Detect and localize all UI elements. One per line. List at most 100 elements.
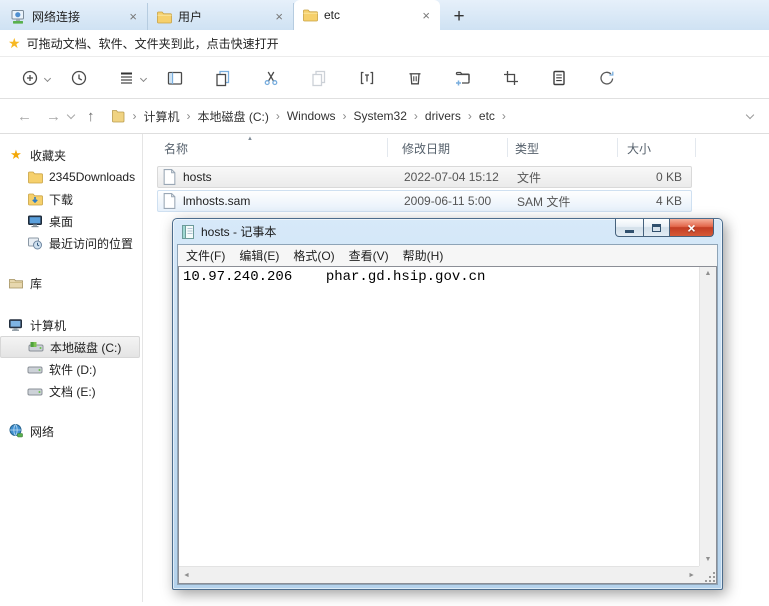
sidebar-item-local-disk-c[interactable]: 本地磁盘 (C:) — [0, 336, 140, 358]
close-icon[interactable]: × — [420, 9, 432, 22]
new-item-button[interactable] — [14, 61, 48, 95]
file-size: 0 KB — [656, 170, 682, 184]
breadcrumb-separator: › — [273, 109, 283, 123]
notepad-text-content[interactable]: 10.97.240.206 phar.gd.hsip.gov.cn — [180, 268, 698, 565]
notepad-window-title: hosts - 记事本 — [201, 223, 276, 240]
scroll-up-icon[interactable]: ▲ — [705, 270, 712, 277]
refresh-button[interactable] — [590, 61, 624, 95]
sidebar-item-label: 软件 (D:) — [49, 361, 96, 378]
tab-label: 用户 — [178, 8, 267, 25]
sidebar-item-label: 收藏夹 — [30, 147, 66, 164]
toolbar — [0, 57, 769, 99]
close-icon[interactable]: × — [127, 10, 139, 23]
scroll-down-icon[interactable]: ▼ — [705, 556, 712, 563]
column-header-size[interactable]: 大小 — [627, 140, 651, 157]
sidebar-item-drive-d[interactable]: 软件 (D:) — [0, 358, 142, 380]
column-divider[interactable] — [695, 138, 696, 157]
view-mode-button[interactable] — [110, 61, 144, 95]
notepad-text-area[interactable]: 10.97.240.206 phar.gd.hsip.gov.cn ▲ ▼ ◄ … — [178, 266, 717, 584]
column-header-type[interactable]: 类型 — [515, 140, 539, 157]
table-row-lmhosts[interactable]: lmhosts.sam 2009-06-11 5:00 SAM 文件 4 KB — [157, 190, 692, 212]
column-header-name[interactable]: 名称 — [164, 140, 188, 157]
column-divider[interactable] — [387, 138, 388, 157]
new-folder-button[interactable] — [446, 61, 480, 95]
file-icon — [163, 193, 176, 209]
column-divider[interactable] — [617, 138, 618, 157]
breadcrumb-item-computer[interactable]: 计算机 — [144, 108, 180, 125]
document-list-icon — [549, 68, 569, 88]
minimize-icon — [625, 230, 634, 233]
sidebar-item-label: 下载 — [49, 191, 73, 208]
breadcrumb-item-drivers[interactable]: drivers — [425, 109, 461, 123]
sidebar-item-downloads[interactable]: 下载 — [0, 188, 142, 210]
rename-button[interactable] — [350, 61, 384, 95]
sidebar-item-recent-places[interactable]: 最近访问的位置 — [0, 232, 142, 254]
sidebar-item-favorites[interactable]: ★ 收藏夹 — [0, 144, 142, 166]
tab-etc[interactable]: etc × — [294, 0, 440, 30]
notepad-client-area: 文件(F) 编辑(E) 格式(O) 查看(V) 帮助(H) 10.97.240.… — [177, 244, 718, 585]
sidebar-item-2345downloads[interactable]: 2345Downloads — [0, 166, 142, 188]
breadcrumb-item-etc[interactable]: etc — [479, 109, 495, 123]
tab-users[interactable]: 用户 × — [148, 3, 294, 30]
breadcrumb-item-local-disk-c[interactable]: 本地磁盘 (C:) — [198, 108, 269, 125]
close-button[interactable]: × — [669, 219, 714, 237]
maximize-button[interactable] — [643, 219, 670, 237]
rename-icon — [357, 68, 377, 88]
sidebar-item-network[interactable]: 网络 — [0, 420, 142, 442]
copy-button[interactable] — [206, 61, 240, 95]
minimize-button[interactable] — [615, 219, 644, 237]
scroll-right-icon[interactable]: ► — [688, 572, 695, 579]
notepad-titlebar[interactable]: hosts - 记事本 × — [173, 219, 722, 244]
up-button[interactable]: ↑ — [80, 108, 102, 125]
sidebar-item-computer[interactable]: 计算机 — [0, 314, 142, 336]
close-icon[interactable]: × — [273, 10, 285, 23]
paste-button[interactable] — [302, 61, 336, 95]
column-header-modified[interactable]: 修改日期 — [402, 140, 450, 157]
menu-edit[interactable]: 编辑(E) — [232, 247, 286, 264]
navigation-pane: ★ 收藏夹 2345Downloads 下载 桌面 最近访问的位置 库 — [0, 134, 143, 602]
new-tab-button[interactable]: + — [446, 4, 472, 30]
table-row-hosts[interactable]: hosts 2022-07-04 15:12 文件 0 KB — [157, 166, 692, 188]
plus-circle-icon — [21, 68, 41, 88]
scissors-icon — [261, 68, 281, 88]
vertical-scrollbar[interactable]: ▲ ▼ — [699, 267, 716, 566]
back-button[interactable]: ← — [10, 108, 39, 125]
tab-label: 网络连接 — [32, 8, 121, 25]
history-dropdown-icon[interactable] — [67, 111, 75, 119]
quick-open-drop-bar[interactable]: ★ 可拖动文档、软件、文件夹到此，点击快速打开 — [0, 30, 769, 57]
select-region-button[interactable] — [494, 61, 528, 95]
refresh-icon — [597, 68, 617, 88]
sidebar-item-label: 文档 (E:) — [49, 383, 96, 400]
resize-grip[interactable] — [699, 566, 716, 583]
star-icon: ★ — [8, 147, 24, 163]
paste-icon — [309, 68, 329, 88]
scroll-left-icon[interactable]: ◄ — [183, 572, 190, 579]
sidebar-item-desktop[interactable]: 桌面 — [0, 210, 142, 232]
menu-view[interactable]: 查看(V) — [342, 247, 396, 264]
star-icon: ★ — [8, 35, 21, 52]
breadcrumb-item-windows[interactable]: Windows — [287, 109, 336, 123]
preview-pane-button[interactable] — [158, 61, 192, 95]
sidebar-item-drive-e[interactable]: 文档 (E:) — [0, 380, 142, 402]
file-modified: 2009-06-11 5:00 — [404, 194, 491, 208]
menu-help[interactable]: 帮助(H) — [396, 247, 451, 264]
history-button[interactable] — [62, 61, 96, 95]
column-divider[interactable] — [507, 138, 508, 157]
menu-format[interactable]: 格式(O) — [286, 247, 341, 264]
cut-button[interactable] — [254, 61, 288, 95]
delete-button[interactable] — [398, 61, 432, 95]
file-manager-window: 网络连接 × 用户 × etc × + ★ 可拖动文档、软件、文件夹到此，点击快… — [0, 0, 769, 606]
properties-button[interactable] — [542, 61, 576, 95]
breadcrumb[interactable]: › 计算机 › 本地磁盘 (C:) › Windows › System32 ›… — [102, 103, 748, 129]
address-bar: ← → ↑ › 计算机 › 本地磁盘 (C:) › Windows › Syst… — [0, 99, 769, 134]
tab-network-connections[interactable]: 网络连接 × — [2, 3, 148, 30]
menu-file[interactable]: 文件(F) — [179, 247, 232, 264]
sidebar-item-label: 计算机 — [30, 317, 66, 334]
address-dropdown-icon[interactable] — [746, 110, 754, 118]
horizontal-scrollbar[interactable]: ◄ ► — [179, 566, 699, 583]
sidebar-item-libraries[interactable]: 库 — [0, 272, 142, 294]
forward-button[interactable]: → — [39, 108, 68, 125]
breadcrumb-item-system32[interactable]: System32 — [354, 109, 407, 123]
clock-icon — [69, 68, 89, 88]
notepad-app-icon — [180, 224, 196, 240]
